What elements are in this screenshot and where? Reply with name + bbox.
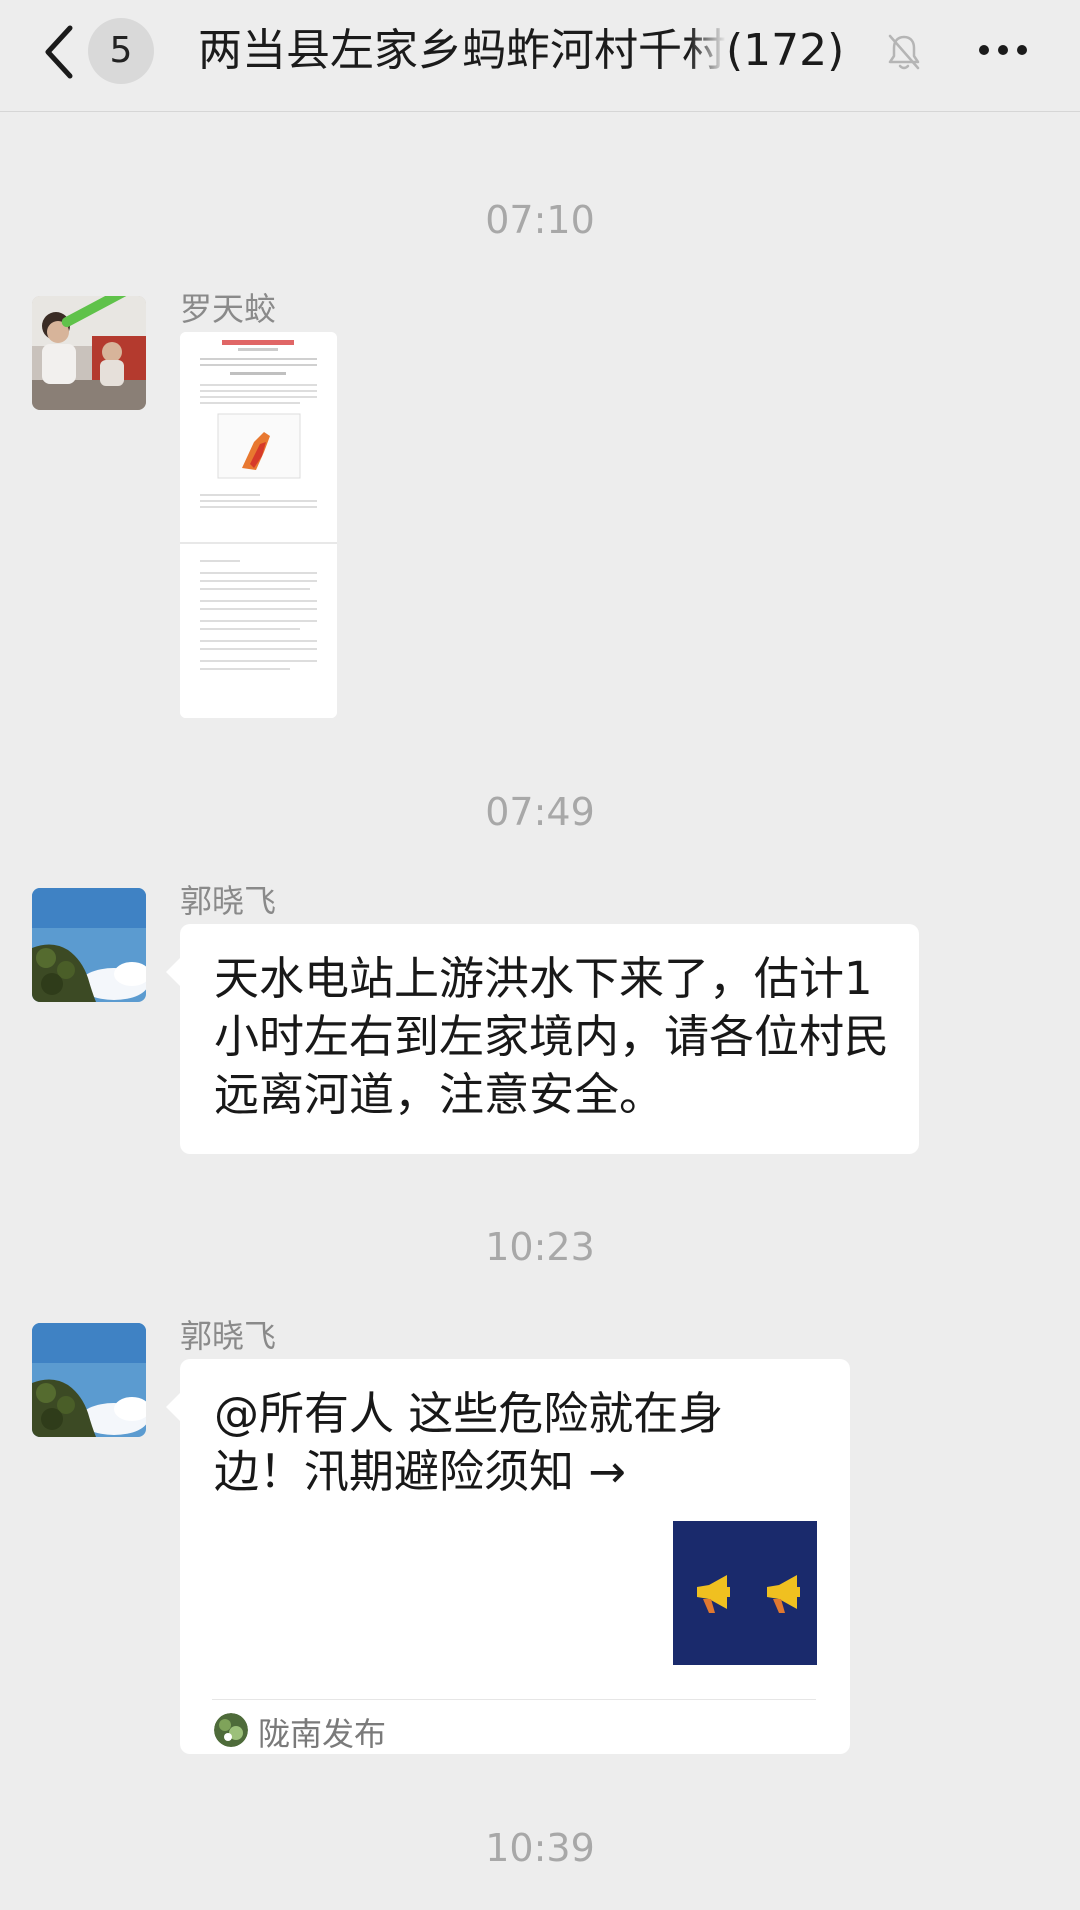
card-divider: [212, 1699, 816, 1700]
chat-title: 两当县左家乡蚂蚱河村千村(172): [198, 20, 878, 82]
avatar-photo: [32, 296, 146, 410]
source-logo-icon: [214, 1713, 248, 1747]
link-card-bubble[interactable]: @所有人 这些危险就在身边！汛期避险须知 → 陇南发布: [166, 1359, 850, 1754]
text-message-bubble[interactable]: 天水电站上游洪水下来了，估计1小时左右到左家境内，请各位村民远离河道，注意安全。: [166, 924, 919, 1154]
group-name: 两当县左家乡蚂蚱河村千村: [198, 25, 726, 76]
avatar[interactable]: [32, 888, 146, 1002]
time-separator: 07:49: [485, 790, 595, 834]
unread-badge[interactable]: 5: [88, 18, 154, 84]
megaphone-icon: [673, 1521, 817, 1665]
document-preview[interactable]: [180, 332, 337, 718]
chat-screen: 5 两当县左家乡蚂蚱河村千村(172) 07:10 罗天蛟 07:49 郭晓飞 …: [0, 0, 1080, 1910]
bell-muted-icon: [888, 34, 920, 70]
more-dots-icon[interactable]: [976, 30, 1030, 70]
member-count: (172): [726, 25, 845, 76]
back-chevron-icon[interactable]: [40, 22, 80, 82]
chat-header: 5 两当县左家乡蚂蚱河村千村(172): [0, 0, 1080, 112]
avatar-photo: [32, 1323, 146, 1437]
sender-name: 郭晓飞: [180, 1317, 277, 1355]
sender-name: 罗天蛟: [180, 290, 277, 328]
message-text: 天水电站上游洪水下来了，估计1小时左右到左家境内，请各位村民远离河道，注意安全。: [214, 952, 890, 1121]
avatar-photo: [32, 888, 146, 1002]
link-card-thumbnail: [673, 1521, 817, 1665]
link-card-title: @所有人 这些危险就在身边！汛期避险须知 →: [214, 1387, 724, 1498]
document-thumbnail: [180, 332, 337, 718]
avatar[interactable]: [32, 296, 146, 410]
time-separator: 10:39: [485, 1826, 595, 1870]
sender-name: 郭晓飞: [180, 882, 277, 920]
time-separator: 07:10: [485, 198, 595, 242]
link-card-source: 陇南发布: [258, 1715, 387, 1753]
time-separator: 10:23: [485, 1225, 595, 1269]
avatar[interactable]: [32, 1323, 146, 1437]
